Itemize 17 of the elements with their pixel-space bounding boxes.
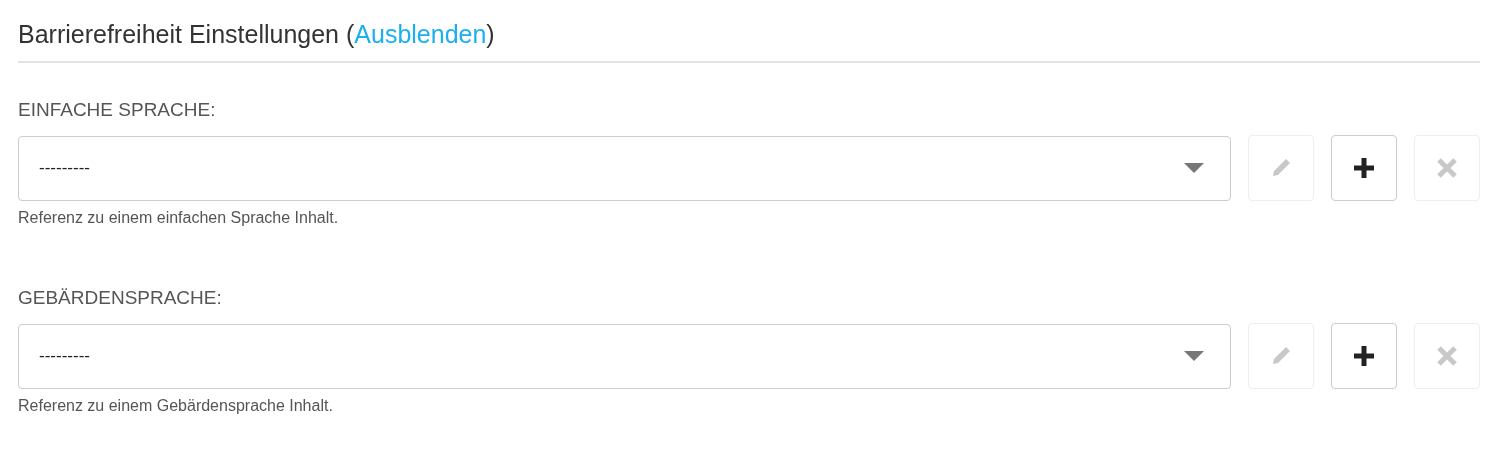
caret-icon (1184, 351, 1204, 361)
caret-icon (1184, 163, 1204, 173)
help-text: Referenz zu einem Gebärdensprache Inhalt. (18, 397, 334, 415)
close-icon (1436, 157, 1458, 179)
select-field[interactable]: --------- (18, 135, 1231, 201)
field-label: GEBÄRDENSPRACHE: (18, 287, 223, 309)
paren: ( (345, 20, 355, 49)
paren: ) (486, 20, 495, 49)
section-title: Barrierefreiheit Einstellungen (18, 20, 340, 49)
help-text: Referenz zu einem einfachen Sprache Inhalt. (18, 209, 340, 227)
select-field[interactable]: --------- (18, 323, 1231, 389)
field-label: EINFACHE SPRACHE: (18, 99, 217, 121)
add-button[interactable] (1331, 323, 1397, 389)
plus-icon (1352, 344, 1376, 368)
plus-icon (1352, 156, 1376, 180)
close-icon (1436, 345, 1458, 367)
add-button[interactable] (1331, 135, 1397, 201)
